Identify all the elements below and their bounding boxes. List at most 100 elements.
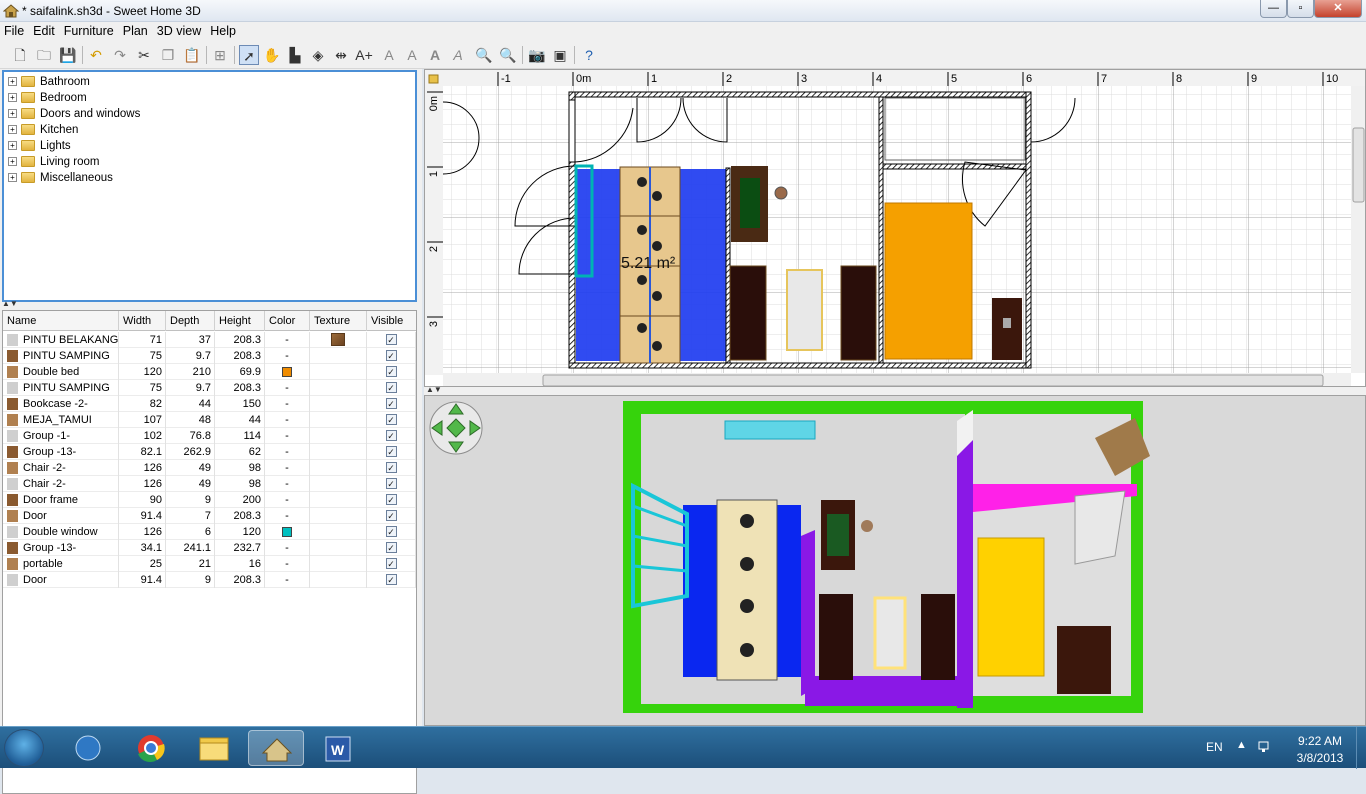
view-splitter[interactable]: ▲▼ [424,385,1366,395]
table-row[interactable]: Double bed 120 210 69.9 ✓ [3,364,416,380]
plan-view[interactable]: -1 0m 1 2 3 4 5 6 7 8 9 10 0m 1 2 3 5.21… [424,69,1366,387]
catalog-category[interactable]: + Doors and windows [8,106,140,122]
taskbar-app-word[interactable]: W [310,730,366,766]
taskbar-app-chrome[interactable] [123,730,179,766]
maximize-button[interactable]: ▫ [1287,0,1314,18]
open-icon[interactable]: 🗀 [34,45,54,65]
menu-edit[interactable]: Edit [33,22,55,38]
table-row[interactable]: Door frame 90 9 200- ✓ [3,492,416,508]
visible-checkbox[interactable]: ✓ [385,526,397,537]
minimize-button[interactable]: — [1260,0,1287,18]
col-height[interactable]: Height [215,311,265,331]
col-color[interactable]: Color [265,311,310,331]
catalog-category[interactable]: + Kitchen [8,122,78,138]
visible-checkbox[interactable]: ✓ [385,382,397,393]
3d-canvas[interactable] [425,396,1366,726]
taskbar-app-sweethome3d[interactable] [248,730,304,766]
menu-help[interactable]: Help [210,22,236,38]
catalog-category[interactable]: + Miscellaneous [8,170,113,186]
visible-checkbox[interactable]: ✓ [385,574,397,585]
table-row[interactable]: Chair -2- 126 49 98- ✓ [3,460,416,476]
italic-icon[interactable]: A [448,45,468,65]
create-rooms-icon[interactable]: ◈ [308,45,328,65]
3d-view[interactable] [424,395,1366,726]
table-row[interactable]: portable 25 21 16- ✓ [3,556,416,572]
paste-icon[interactable]: 📋 [182,45,202,65]
door-frame[interactable] [786,269,823,351]
pan-icon[interactable]: ✋ [262,45,282,65]
table-row[interactable]: Chair -2- 126 49 98- ✓ [3,476,416,492]
create-dimensions-icon[interactable]: ⇹ [331,45,351,65]
col-depth[interactable]: Depth [166,311,215,331]
zoom-out-icon[interactable]: 🔍 [498,45,518,65]
visible-checkbox[interactable]: ✓ [385,366,397,377]
catalog-category[interactable]: + Bedroom [8,90,87,106]
clock-date[interactable]: 3/8/2013 [1290,751,1350,765]
add-text-icon[interactable]: A+ [354,45,374,65]
taskbar-app-explorer[interactable] [186,730,242,766]
table-row[interactable]: Door 91.4 9 208.3- ✓ [3,572,416,588]
start-button[interactable] [4,729,44,767]
table-row[interactable]: PINTU SAMPING 75 9.7 208.3- ✓ [3,348,416,364]
undo-icon[interactable]: ↶ [86,45,106,65]
menu-3d-view[interactable]: 3D view [157,22,201,38]
menu-file[interactable]: File [4,22,24,38]
save-icon[interactable]: 💾 [58,45,78,65]
col-visible[interactable]: Visible [367,311,416,331]
visible-checkbox[interactable]: ✓ [385,478,397,489]
copy-icon[interactable]: ❐ [158,45,178,65]
visible-checkbox[interactable]: ✓ [385,350,397,361]
table-row[interactable]: Group -1- 102 76.8 114- ✓ [3,428,416,444]
table-row[interactable]: Double window 126 6 120 ✓ [3,524,416,540]
furniture-catalog-tree[interactable]: + Bathroom + Bedroom + Doors and windows + K… [2,70,417,302]
double-bed[interactable] [884,202,973,360]
tray-expand-icon[interactable]: ▲ [1236,739,1247,751]
visible-checkbox[interactable]: ✓ [385,414,397,425]
table-row[interactable]: PINTU BELAKANG 71 37 208.3- ✓ [3,332,416,348]
menu-plan[interactable]: Plan [123,22,148,38]
visible-checkbox[interactable]: ✓ [385,558,397,569]
zoom-in-icon[interactable]: 🔍 [474,45,494,65]
visible-checkbox[interactable]: ✓ [385,494,397,505]
create-walls-icon[interactable]: ▙ [285,45,305,65]
photo-icon[interactable]: 📷 [527,45,547,65]
help-icon[interactable]: ? [579,45,599,65]
catalog-category[interactable]: + Lights [8,138,71,154]
taskbar-app-thunderbird[interactable] [60,730,116,766]
network-icon[interactable] [1258,741,1272,753]
plan-hscroll-thumb[interactable] [542,374,1324,386]
add-furniture-icon[interactable]: ⊞ [210,45,230,65]
col-texture[interactable]: Texture [310,311,367,331]
clock-time[interactable]: 9:22 AM [1290,734,1350,748]
furniture-table[interactable]: Name Width Depth Height Color Texture Vi… [2,310,417,794]
increase-text-icon[interactable]: A [402,45,422,65]
visible-checkbox[interactable]: ✓ [385,510,397,521]
col-width[interactable]: Width [119,311,166,331]
visible-checkbox[interactable]: ✓ [385,334,397,345]
visible-checkbox[interactable]: ✓ [385,430,397,441]
redo-icon[interactable]: ↷ [110,45,130,65]
table-row[interactable]: Door 91.4 7 208.3- ✓ [3,508,416,524]
visible-checkbox[interactable]: ✓ [385,462,397,473]
bold-icon[interactable]: A [425,45,445,65]
table-row[interactable]: PINTU SAMPING 75 9.7 208.3- ✓ [3,380,416,396]
navigation-arrows-icon[interactable] [429,401,483,455]
plan-vscroll-thumb[interactable] [1352,127,1365,203]
new-home-icon[interactable]: 🗋 [10,45,30,65]
visible-checkbox[interactable]: ✓ [385,446,397,457]
table-row[interactable]: MEJA_TAMUI 107 48 44- ✓ [3,412,416,428]
bookcase-right[interactable] [840,265,877,361]
bookcase-left[interactable] [729,265,767,361]
text-style-icon[interactable]: A [379,45,399,65]
catalog-category[interactable]: + Living room [8,154,99,170]
plan-canvas[interactable]: -1 0m 1 2 3 4 5 6 7 8 9 10 0m123 5.21 m² [425,70,1366,387]
table-row[interactable]: Bookcase -2- 82 44 150- ✓ [3,396,416,412]
visible-checkbox[interactable]: ✓ [385,398,397,409]
video-icon[interactable]: ▣ [550,45,570,65]
col-name[interactable]: Name [3,311,119,331]
show-desktop-button[interactable] [1356,727,1366,769]
close-button[interactable]: ✕ [1314,0,1362,18]
language-indicator[interactable]: EN [1206,740,1223,754]
visible-checkbox[interactable]: ✓ [385,542,397,553]
select-icon[interactable]: ➚ [239,45,259,65]
